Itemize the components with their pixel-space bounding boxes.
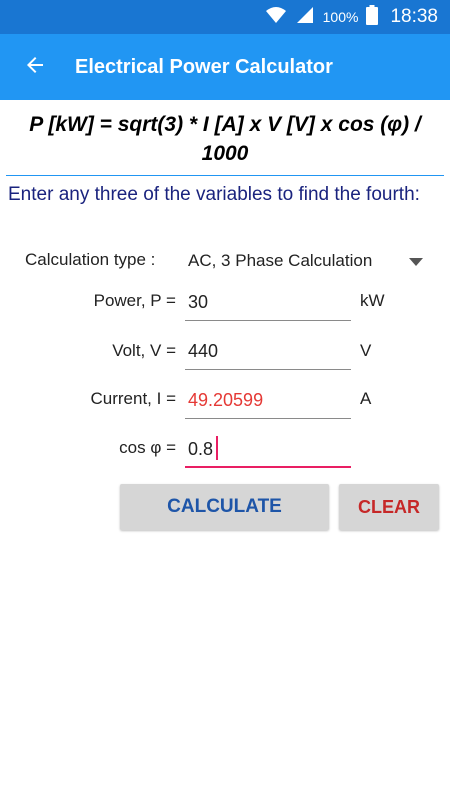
dropdown-arrow-icon — [409, 251, 423, 271]
back-button[interactable] — [0, 34, 70, 100]
volt-unit: V — [360, 341, 372, 360]
signal-icon — [295, 6, 315, 29]
battery-icon — [366, 4, 379, 30]
page-title: Electrical Power Calculator — [75, 55, 333, 78]
volt-label: Volt, V = — [112, 341, 176, 360]
current-input[interactable] — [185, 383, 351, 417]
formula: P [kW] = sqrt(3) * I [A] x V [V] x cos (… — [0, 110, 450, 168]
battery-percent: 100% — [322, 9, 359, 25]
calc-type-dropdown[interactable]: AC, 3 Phase Calculation — [188, 246, 423, 276]
cos-field[interactable] — [185, 432, 351, 468]
power-unit: kW — [360, 291, 385, 310]
divider — [6, 175, 444, 176]
arrow-left-icon — [23, 53, 47, 82]
current-field[interactable] — [185, 383, 351, 419]
clear-button[interactable]: CLEAR — [339, 484, 439, 530]
volt-field[interactable] — [185, 334, 351, 370]
formula-line-1: P [kW] = sqrt(3) * I [A] x V [V] x cos (… — [29, 113, 421, 136]
cos-label: cos φ = — [119, 438, 176, 457]
cos-input[interactable] — [185, 432, 351, 466]
power-label: Power, P = — [93, 291, 176, 310]
wifi-icon — [265, 6, 287, 29]
status-bar: 100% 18:38 — [0, 0, 450, 34]
instruction-text: Enter any three of the variables to find… — [8, 184, 420, 205]
clock: 18:38 — [390, 6, 438, 27]
power-input[interactable] — [185, 285, 351, 319]
calc-type-value: AC, 3 Phase Calculation — [188, 251, 373, 270]
app-bar: Electrical Power Calculator — [0, 34, 450, 100]
current-unit: A — [360, 389, 372, 408]
calculate-button[interactable]: CALCULATE — [120, 484, 329, 530]
calc-type-label: Calculation type : — [25, 250, 156, 269]
power-field[interactable] — [185, 285, 351, 321]
text-cursor — [216, 436, 218, 460]
volt-input[interactable] — [185, 334, 351, 368]
formula-line-2: 1000 — [201, 142, 249, 165]
current-label: Current, I = — [90, 389, 176, 408]
